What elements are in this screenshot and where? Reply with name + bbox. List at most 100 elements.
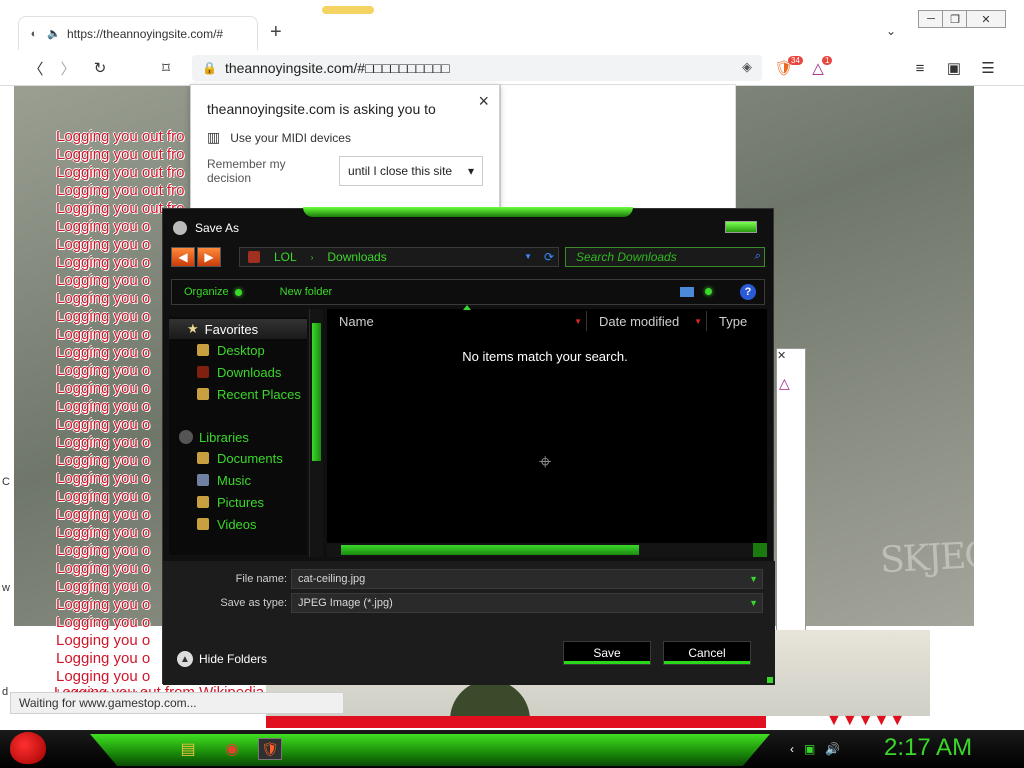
file-details: File name: cat-ceiling.jpg ▼ Save as typ… xyxy=(163,561,775,685)
save-button[interactable]: Save xyxy=(563,641,651,665)
bookmark-icon[interactable]: ⌑ xyxy=(156,58,176,78)
scroll-right-button[interactable] xyxy=(753,543,767,557)
nav-scrollbar[interactable] xyxy=(309,309,323,557)
playlist-icon[interactable]: ≡ xyxy=(910,58,930,78)
resize-grip[interactable] xyxy=(767,677,773,683)
breadcrumb[interactable]: LOL › Downloads ▼ ⟳ xyxy=(239,247,559,267)
maximize-button[interactable]: ❐ xyxy=(942,10,968,28)
scrollbar-thumb[interactable] xyxy=(312,323,321,461)
new-tab-button[interactable]: + xyxy=(270,22,282,42)
dropdown-dot-icon[interactable] xyxy=(705,288,712,295)
permission-title: theannoyingsite.com is asking you to xyxy=(207,101,436,117)
remember-value: until I close this site xyxy=(348,164,453,178)
remember-select[interactable]: until I close this site ▾ xyxy=(339,156,483,186)
file-name-input[interactable]: cat-ceiling.jpg ▼ xyxy=(291,569,763,589)
column-date-modified[interactable]: Date modified ▼ xyxy=(587,311,707,331)
column-name[interactable]: Name ▼ xyxy=(327,311,587,331)
address-bar[interactable]: 🔒 theannoyingsite.com/#□□□□□□□□□□ ◈ xyxy=(192,55,762,81)
status-bar: Waiting for www.gamestop.com... xyxy=(10,692,344,714)
column-type[interactable]: Type xyxy=(707,311,767,331)
wallet-icon[interactable]: ▣ xyxy=(944,58,964,78)
breadcrumb-item[interactable]: LOL xyxy=(274,250,297,264)
popup-extension xyxy=(500,84,736,210)
reload-icon[interactable]: ↻ xyxy=(90,58,110,78)
background-popup-window[interactable]: ✕ △ xyxy=(776,348,806,662)
save-type-select[interactable]: JPEG Image (*.jpg) ▼ xyxy=(291,593,763,613)
new-folder-button[interactable]: New folder xyxy=(280,286,333,298)
chevron-down-icon[interactable]: ▼ xyxy=(749,598,758,608)
nav-item-downloads[interactable]: Downloads xyxy=(169,361,307,383)
command-bar: Organize New folder ? xyxy=(171,279,765,305)
folder-icon xyxy=(248,251,260,263)
favorites-header[interactable]: ★ Favorites xyxy=(169,319,307,339)
nav-item-label: Videos xyxy=(217,516,257,532)
menu-icon[interactable]: ☰ xyxy=(978,58,998,78)
close-icon[interactable]: ✕ xyxy=(777,349,786,362)
midi-icon: ▥ xyxy=(207,129,221,145)
brave-icon[interactable]: 🛡 xyxy=(258,738,282,760)
file-name-label: File name: xyxy=(235,573,287,585)
dialog-titlebar[interactable]: Save As xyxy=(173,221,239,235)
breadcrumb-item[interactable]: Downloads xyxy=(327,250,386,264)
back-icon[interactable]: ◀ xyxy=(171,247,195,267)
chevron-down-icon[interactable]: ▼ xyxy=(574,317,582,326)
tab-search-icon[interactable]: ⌄ xyxy=(886,24,896,38)
help-icon[interactable]: ? xyxy=(740,284,756,300)
organize-button[interactable]: Organize xyxy=(184,286,229,298)
navigation-pane: ★ Favorites Desktop Downloads Recent Pla… xyxy=(169,317,307,555)
nav-item-pictures[interactable]: Pictures xyxy=(169,491,307,513)
watermark-text: SKJECHA xyxy=(879,531,974,582)
chevron-down-icon[interactable]: ▼ xyxy=(694,317,702,326)
chevron-up-icon: ▲ xyxy=(177,651,193,667)
close-window-button[interactable]: ✕ xyxy=(966,10,1006,28)
nav-item-desktop[interactable]: Desktop xyxy=(169,339,307,361)
browser-tab[interactable]: ◐ 🔈 https://theannoyingsite.com/# xyxy=(18,16,258,50)
chevron-down-icon[interactable]: ▼ xyxy=(749,574,758,584)
cancel-button[interactable]: Cancel xyxy=(663,641,751,665)
libraries-label: Libraries xyxy=(199,429,249,445)
chevron-down-icon[interactable]: ▼ xyxy=(524,252,532,261)
volume-icon[interactable]: 🔊 xyxy=(825,742,840,756)
nav-item-music[interactable]: Music xyxy=(169,469,307,491)
nav-item-recent-places[interactable]: Recent Places xyxy=(169,383,307,405)
lock-icon[interactable]: 🔒 xyxy=(202,61,217,75)
search-placeholder: Search Downloads xyxy=(576,250,677,264)
file-list: Name ▼ Date modified ▼ Type No items mat… xyxy=(327,305,767,557)
hide-folders-label: Hide Folders xyxy=(199,652,268,666)
back-icon[interactable]: 〈 xyxy=(26,58,46,78)
chrome-icon[interactable]: ◉ xyxy=(220,738,244,760)
network-icon[interactable]: ▣ xyxy=(804,742,815,756)
logout-line: Logging you out fro xyxy=(56,182,185,199)
logout-line: Logging you out fro xyxy=(56,146,185,163)
star-icon: ★ xyxy=(187,321,199,336)
libraries-header[interactable]: Libraries xyxy=(179,427,307,447)
nav-item-documents[interactable]: Documents xyxy=(169,447,307,469)
nav-item-label: Documents xyxy=(217,450,283,466)
clock[interactable]: 2:17 AM xyxy=(884,734,972,762)
horizontal-scrollbar[interactable] xyxy=(327,543,767,557)
nav-item-videos[interactable]: Videos xyxy=(169,513,307,535)
forward-icon[interactable]: 〉 xyxy=(58,58,78,78)
hide-folders-button[interactable]: ▲ Hide Folders xyxy=(177,651,267,667)
system-tray: ‹ ▣ 🔊 xyxy=(790,742,840,756)
forward-icon[interactable]: ▶ xyxy=(197,247,221,267)
search-icon[interactable]: ⌕ xyxy=(754,250,760,263)
minimize-button[interactable]: ─ xyxy=(918,10,944,28)
nav-arrows: ◀ ▶ xyxy=(171,247,221,267)
file-explorer-icon[interactable]: ▤ xyxy=(176,738,200,760)
decoration xyxy=(322,6,374,14)
view-icon[interactable] xyxy=(680,287,694,297)
pictures-icon xyxy=(197,496,209,508)
scrollbar-thumb[interactable] xyxy=(341,545,639,555)
close-icon[interactable]: × xyxy=(478,91,489,112)
start-button[interactable] xyxy=(10,732,46,764)
edge-text: d xyxy=(2,686,9,698)
empty-message: No items match your search. xyxy=(462,349,628,364)
close-dialog-button[interactable] xyxy=(725,221,757,233)
tray-expand-icon[interactable]: ‹ xyxy=(790,742,794,756)
search-input[interactable]: Search Downloads ⌕ xyxy=(565,247,765,267)
brave-rewards-icon: △ xyxy=(779,375,790,391)
audio-icon[interactable]: 🔈 xyxy=(47,27,61,41)
site-settings-icon[interactable]: ◈ xyxy=(742,59,752,75)
refresh-icon[interactable]: ⟳ xyxy=(544,250,554,264)
